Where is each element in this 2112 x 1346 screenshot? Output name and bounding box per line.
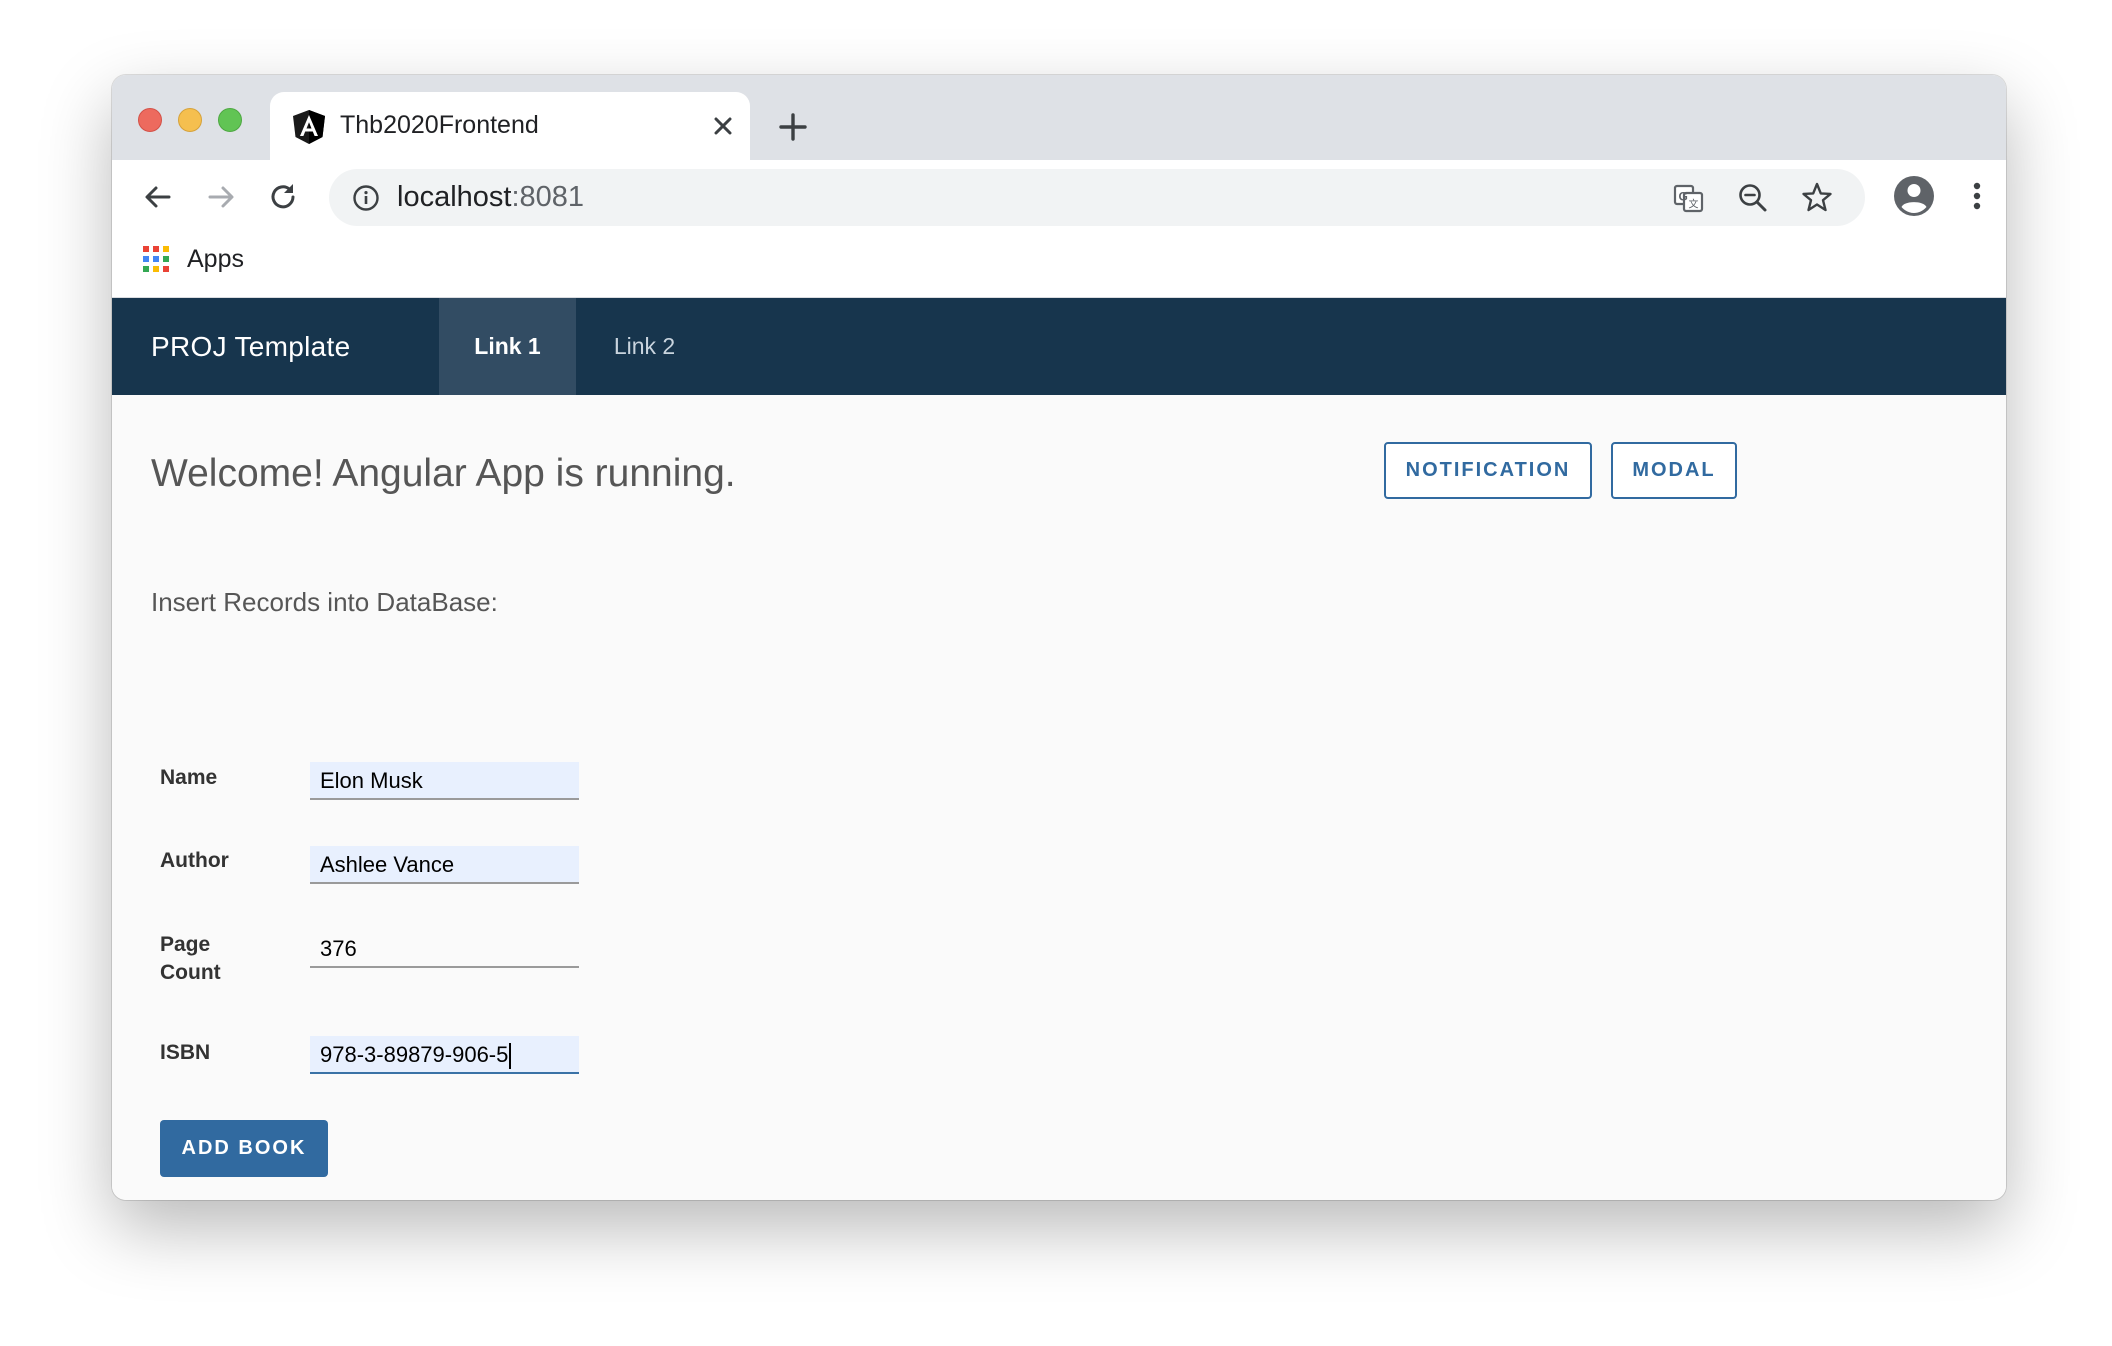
info-icon[interactable] bbox=[351, 183, 381, 213]
section-heading: Insert Records into DataBase: bbox=[151, 587, 498, 617]
main-content: Welcome! Angular App is running. NOTIFIC… bbox=[112, 395, 2006, 1200]
maximize-window-button[interactable] bbox=[218, 108, 242, 132]
zoom-out-icon[interactable] bbox=[1735, 180, 1771, 216]
address-bar[interactable]: localhost:8081 G 文 bbox=[329, 169, 1865, 226]
name-field[interactable]: Elon Musk bbox=[310, 762, 579, 800]
more-menu-icon[interactable] bbox=[1955, 174, 1999, 218]
tab-title: Thb2020Frontend bbox=[340, 111, 539, 139]
url-text[interactable]: localhost:8081 bbox=[397, 181, 584, 214]
name-label: Name bbox=[160, 766, 218, 789]
author-field[interactable]: Ashlee Vance bbox=[310, 846, 579, 884]
browser-window: Thb2020Frontend localhost:8081 G 文 Apps … bbox=[112, 75, 2006, 1200]
author-label: Author bbox=[160, 849, 229, 872]
isbn-field[interactable]: 978-3-89879-906-5 bbox=[310, 1036, 579, 1074]
svg-text:G: G bbox=[1679, 190, 1688, 204]
isbn-value: 978-3-89879-906-5 bbox=[320, 1042, 509, 1067]
app-brand[interactable]: PROJ Template bbox=[151, 331, 350, 363]
browser-tab[interactable]: Thb2020Frontend bbox=[270, 92, 750, 160]
forward-arrow-icon[interactable] bbox=[202, 178, 240, 216]
new-tab-icon[interactable] bbox=[775, 109, 811, 145]
back-arrow-icon[interactable] bbox=[139, 178, 177, 216]
nav-link-2[interactable]: Link 2 bbox=[576, 298, 713, 395]
page-count-label-line1: Page bbox=[160, 933, 211, 956]
notification-button[interactable]: NOTIFICATION bbox=[1384, 442, 1592, 499]
minimize-window-button[interactable] bbox=[178, 108, 202, 132]
page-count-field[interactable]: 376 bbox=[310, 930, 579, 968]
profile-avatar-icon[interactable] bbox=[1892, 174, 1936, 218]
close-window-button[interactable] bbox=[138, 108, 162, 132]
apps-grid-icon[interactable] bbox=[143, 246, 169, 272]
tab-strip: Thb2020Frontend bbox=[112, 75, 2006, 160]
modal-button[interactable]: MODAL bbox=[1611, 442, 1737, 499]
app-header: PROJ Template Link 1 Link 2 bbox=[112, 298, 2006, 395]
nav-link-1[interactable]: Link 1 bbox=[439, 298, 576, 395]
url-host: localhost bbox=[397, 181, 512, 213]
isbn-label: ISBN bbox=[160, 1041, 211, 1064]
svg-text:文: 文 bbox=[1689, 198, 1699, 211]
page-count-label-line2: Count bbox=[160, 961, 221, 984]
translate-icon[interactable]: G 文 bbox=[1671, 180, 1707, 216]
browser-toolbar: localhost:8081 G 文 bbox=[112, 160, 2006, 233]
close-icon[interactable] bbox=[706, 109, 740, 143]
text-caret bbox=[509, 1043, 512, 1070]
add-book-button[interactable]: ADD BOOK bbox=[160, 1120, 328, 1177]
star-icon[interactable] bbox=[1799, 180, 1835, 216]
url-port: :8081 bbox=[511, 181, 585, 213]
angular-icon bbox=[293, 110, 325, 144]
page-count-label: Page Count bbox=[160, 931, 221, 987]
page-title: Welcome! Angular App is running. bbox=[151, 452, 736, 495]
apps-bookmark[interactable]: Apps bbox=[187, 245, 244, 274]
reload-icon[interactable] bbox=[264, 178, 302, 216]
